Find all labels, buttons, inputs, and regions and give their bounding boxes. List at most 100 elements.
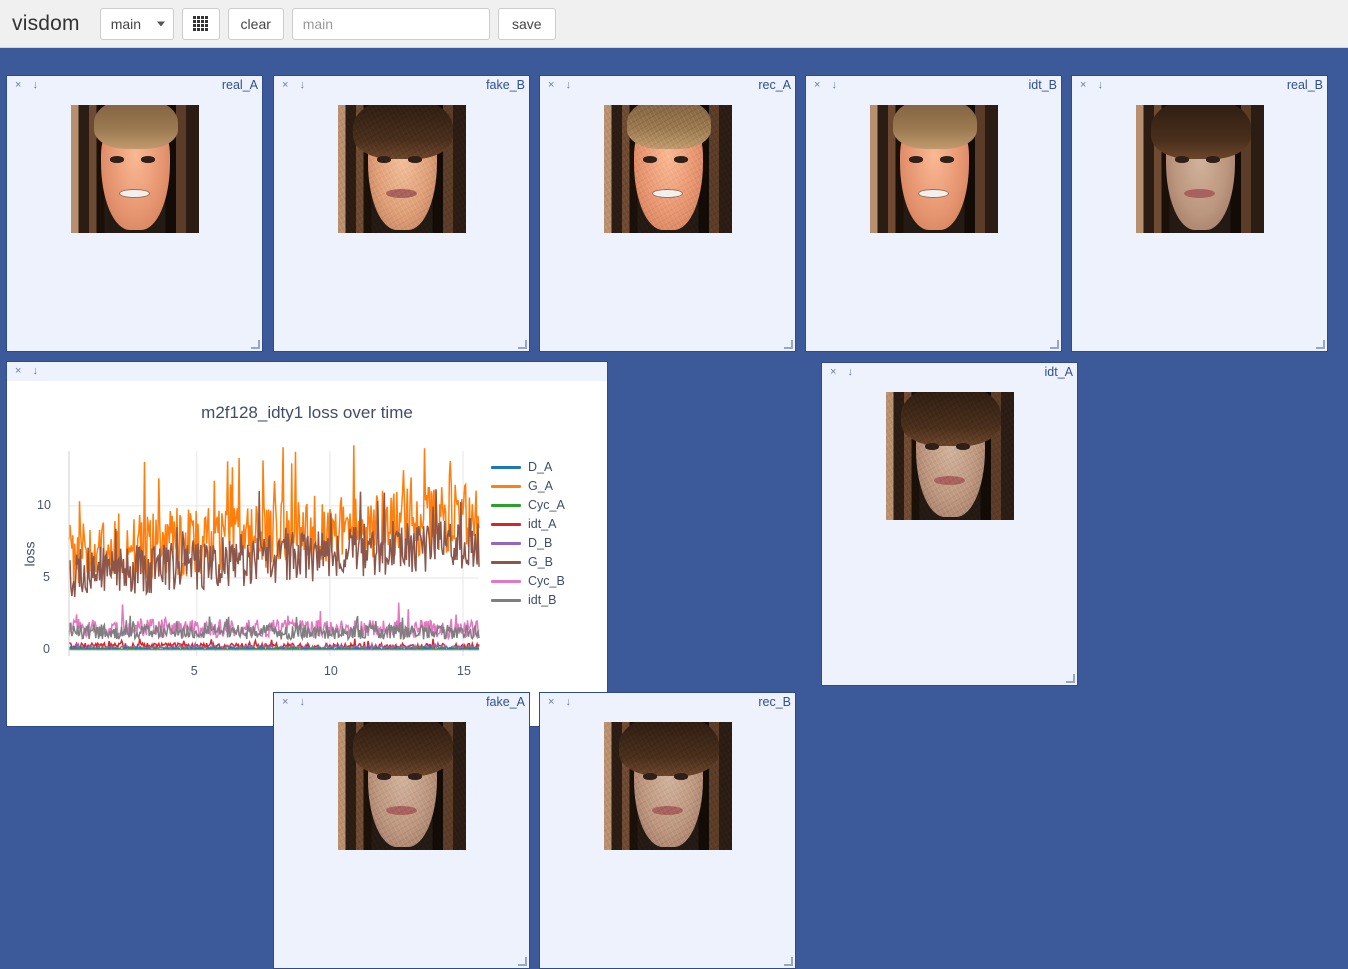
y-tick-label: 10 bbox=[37, 498, 51, 512]
sample-image-idt_b bbox=[870, 105, 998, 233]
x-tick-label: 15 bbox=[457, 664, 471, 678]
chart-plot bbox=[7, 381, 608, 727]
panel-board: × ↓ real_A × ↓ fake_B bbox=[0, 48, 1348, 910]
image-body bbox=[7, 95, 262, 351]
panel-title-real_b: real_B bbox=[1287, 78, 1323, 92]
panel-rec_b[interactable]: × ↓ rec_B bbox=[539, 692, 796, 969]
legend-item-d_b[interactable]: D_B bbox=[491, 536, 552, 550]
panel-header: × ↓ fake_B bbox=[274, 76, 529, 95]
sample-image-rec_a bbox=[604, 105, 732, 233]
environment-select-value: main bbox=[111, 16, 141, 32]
legend-label: Cyc_A bbox=[528, 498, 565, 512]
resize-handle[interactable] bbox=[1066, 674, 1075, 683]
panel-real_a[interactable]: × ↓ real_A bbox=[6, 75, 263, 352]
download-icon[interactable]: ↓ bbox=[847, 367, 853, 378]
panel-idt_a[interactable]: × ↓ idt_A bbox=[821, 362, 1078, 686]
grid-layout-button[interactable] bbox=[182, 8, 220, 40]
close-icon[interactable]: × bbox=[15, 80, 21, 91]
legend-swatch bbox=[491, 561, 521, 564]
close-icon[interactable]: × bbox=[282, 697, 288, 708]
legend-label: D_A bbox=[528, 460, 552, 474]
legend-label: G_A bbox=[528, 479, 553, 493]
panel-real_b[interactable]: × ↓ real_B bbox=[1071, 75, 1328, 352]
save-button[interactable]: save bbox=[498, 8, 556, 40]
panel-idt_b[interactable]: × ↓ idt_B bbox=[805, 75, 1062, 352]
close-icon[interactable]: × bbox=[282, 80, 288, 91]
panel-title-idt_a: idt_A bbox=[1045, 365, 1074, 379]
close-icon[interactable]: × bbox=[15, 366, 21, 377]
app-brand: visdom bbox=[12, 12, 80, 36]
legend-swatch bbox=[491, 542, 521, 545]
resize-handle[interactable] bbox=[784, 957, 793, 966]
legend-item-idt_a[interactable]: idt_A bbox=[491, 517, 557, 531]
download-icon[interactable]: ↓ bbox=[1097, 80, 1103, 91]
download-icon[interactable]: ↓ bbox=[565, 697, 571, 708]
legend-swatch bbox=[491, 504, 521, 507]
y-tick-label: 0 bbox=[43, 642, 50, 656]
panel-title-rec_a: rec_A bbox=[758, 78, 791, 92]
legend-swatch bbox=[491, 523, 521, 526]
close-icon[interactable]: × bbox=[1080, 80, 1086, 91]
resize-handle[interactable] bbox=[1316, 340, 1325, 349]
download-icon[interactable]: ↓ bbox=[32, 80, 38, 91]
image-body bbox=[806, 95, 1061, 351]
download-icon[interactable]: ↓ bbox=[831, 80, 837, 91]
legend-item-g_a[interactable]: G_A bbox=[491, 479, 553, 493]
panel-header: × ↓ bbox=[7, 362, 607, 381]
legend-swatch bbox=[491, 466, 521, 469]
close-icon[interactable]: × bbox=[830, 367, 836, 378]
image-body bbox=[822, 382, 1077, 685]
panel-title-fake_b: fake_B bbox=[486, 78, 525, 92]
panel-header: × ↓ real_A bbox=[7, 76, 262, 95]
panel-header: × ↓ idt_B bbox=[806, 76, 1061, 95]
download-icon[interactable]: ↓ bbox=[565, 80, 571, 91]
legend-label: idt_B bbox=[528, 593, 557, 607]
panel-loss-chart[interactable]: × ↓ m2f128_idty1 loss over timeepochloss… bbox=[6, 361, 608, 727]
sample-image-idt_a bbox=[886, 392, 1014, 520]
legend-item-cyc_b[interactable]: Cyc_B bbox=[491, 574, 565, 588]
panel-title-real_a: real_A bbox=[222, 78, 258, 92]
environment-name-input[interactable] bbox=[292, 8, 490, 40]
close-icon[interactable]: × bbox=[814, 80, 820, 91]
download-icon[interactable]: ↓ bbox=[299, 80, 305, 91]
loss-chart[interactable]: m2f128_idty1 loss over timeepochloss5101… bbox=[7, 381, 607, 726]
sample-image-fake_a bbox=[338, 722, 466, 850]
close-icon[interactable]: × bbox=[548, 697, 554, 708]
environment-select[interactable]: main bbox=[100, 8, 174, 40]
sample-image-fake_b bbox=[338, 105, 466, 233]
legend-label: G_B bbox=[528, 555, 553, 569]
top-toolbar: visdom main clear save bbox=[0, 0, 1348, 48]
grid-icon bbox=[193, 16, 208, 31]
chevron-down-icon bbox=[157, 21, 165, 26]
resize-handle[interactable] bbox=[784, 340, 793, 349]
panel-title-idt_b: idt_B bbox=[1029, 78, 1058, 92]
y-tick-label: 5 bbox=[43, 570, 50, 584]
panel-fake_a[interactable]: × ↓ fake_A bbox=[273, 692, 530, 969]
legend-item-g_b[interactable]: G_B bbox=[491, 555, 553, 569]
panel-fake_b[interactable]: × ↓ fake_B bbox=[273, 75, 530, 352]
panel-rec_a[interactable]: × ↓ rec_A bbox=[539, 75, 796, 352]
legend-item-d_a[interactable]: D_A bbox=[491, 460, 552, 474]
legend-item-idt_b[interactable]: idt_B bbox=[491, 593, 557, 607]
resize-handle[interactable] bbox=[251, 340, 260, 349]
image-body bbox=[540, 95, 795, 351]
legend-swatch bbox=[491, 485, 521, 488]
legend-item-cyc_a[interactable]: Cyc_A bbox=[491, 498, 565, 512]
image-body bbox=[540, 712, 795, 968]
download-icon[interactable]: ↓ bbox=[32, 366, 38, 377]
panel-header: × ↓ idt_A bbox=[822, 363, 1077, 382]
resize-handle[interactable] bbox=[1050, 340, 1059, 349]
panel-title-rec_b: rec_B bbox=[758, 695, 791, 709]
resize-handle[interactable] bbox=[518, 957, 527, 966]
panel-header: × ↓ rec_A bbox=[540, 76, 795, 95]
close-icon[interactable]: × bbox=[548, 80, 554, 91]
clear-button[interactable]: clear bbox=[228, 8, 284, 40]
image-body bbox=[274, 712, 529, 968]
download-icon[interactable]: ↓ bbox=[299, 697, 305, 708]
legend-swatch bbox=[491, 580, 521, 583]
x-tick-label: 5 bbox=[191, 664, 198, 678]
panel-header: × ↓ rec_B bbox=[540, 693, 795, 712]
x-tick-label: 10 bbox=[324, 664, 338, 678]
resize-handle[interactable] bbox=[518, 340, 527, 349]
legend-label: idt_A bbox=[528, 517, 557, 531]
